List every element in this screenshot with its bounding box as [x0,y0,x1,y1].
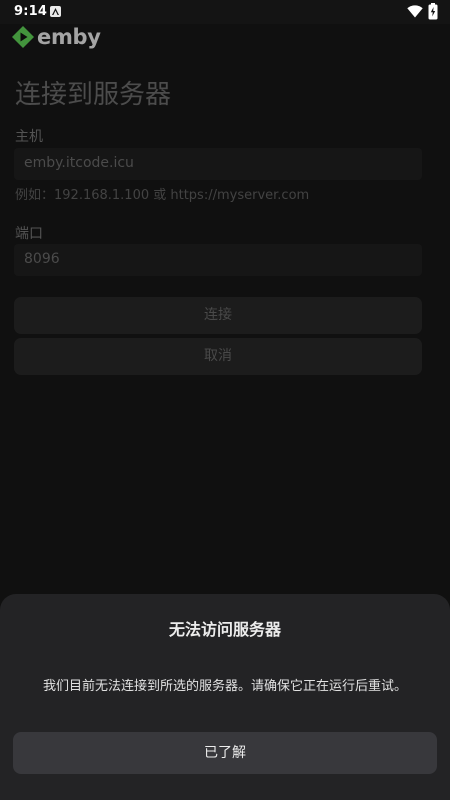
screen: 9:14 emby 连接到服务器 主机 emby.itcode.icu 例如：1… [0,0,450,800]
battery-charging-icon [428,3,438,20]
status-time: 9:14 [14,4,48,19]
dialog-message: 我们目前无法连接到所选的服务器。请确保它正在运行后重试。 [42,679,407,694]
dialog-title: 无法访问服务器 [168,620,281,639]
a-badge-icon [50,6,61,17]
status-bar: 9:14 [0,0,450,24]
acknowledge-button[interactable]: 已了解 [13,732,437,774]
error-dialog: 无法访问服务器 我们目前无法连接到所选的服务器。请确保它正在运行后重试。 已了解 [0,594,450,800]
wifi-icon [407,5,423,18]
